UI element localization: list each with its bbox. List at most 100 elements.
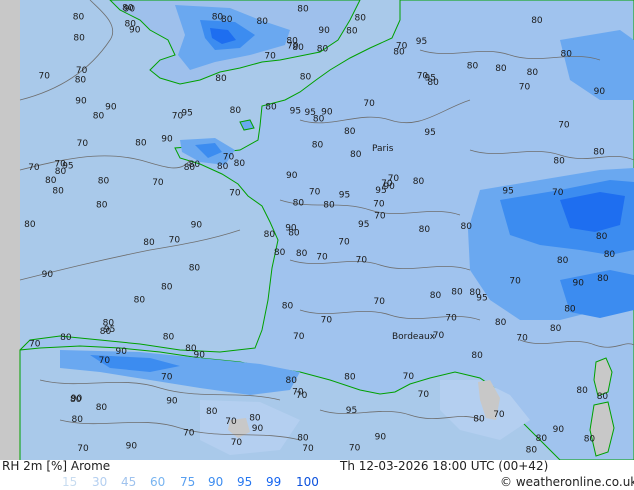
contour-label: 70 — [293, 332, 305, 342]
contour-label: 70 — [76, 66, 88, 76]
weather-map: 70 80 80 90 95 90 95 90 95 95 90 80 80 90 80 95 90 95 80 90… — [0, 0, 634, 461]
contour-label: 80 — [564, 305, 576, 315]
contour-label: 80 — [527, 68, 539, 78]
contour-label: 70 — [356, 255, 368, 265]
contour-label: 95 — [358, 220, 369, 230]
contour-label: 70 — [509, 276, 521, 286]
contour-label: 80 — [312, 141, 324, 151]
contour-label: 80 — [531, 16, 543, 26]
contour-label: 80 — [249, 414, 261, 424]
contour-label: 80 — [73, 33, 85, 43]
outside-domain — [0, 0, 20, 460]
contour-label: 70 — [77, 139, 89, 149]
contour-label: 80 — [103, 319, 115, 329]
contour-label: 70 — [225, 417, 237, 427]
contour-label: 70 — [403, 372, 415, 382]
contour-label: 95 — [502, 186, 513, 196]
contour-label: 80 — [469, 288, 481, 298]
contour-label: 90 — [252, 424, 264, 434]
contour-label: 70 — [29, 340, 41, 350]
contour-label: 90 — [375, 432, 387, 442]
city-label-paris: Paris — [372, 144, 394, 154]
contour-label: 70 — [388, 174, 400, 184]
contour-label: 80 — [461, 222, 473, 232]
contour-label: 80 — [286, 376, 298, 386]
contour-label: 80 — [24, 220, 36, 230]
contour-label: 95 — [416, 37, 427, 47]
contour-label: 80 — [584, 435, 596, 445]
contour-label: 80 — [323, 201, 335, 211]
contour-label: 70 — [264, 52, 276, 62]
contour-label: 70 — [558, 121, 570, 131]
legend-item-75: 75 — [180, 475, 196, 489]
contour-label: 70 — [493, 410, 505, 420]
contour-label: 70 — [183, 429, 195, 439]
contour-label: 80 — [52, 187, 64, 197]
contour-label: 70 — [28, 163, 40, 173]
contour-label: 90 — [42, 270, 54, 280]
legend-item-99: 99 — [266, 475, 282, 489]
contour-label: 80 — [413, 177, 425, 187]
contour-label: 70 — [338, 238, 350, 248]
contour-label: 70 — [316, 253, 328, 263]
contour-label: 90 — [161, 135, 173, 145]
contour-label: 80 — [75, 76, 87, 86]
contour-label: 80 — [73, 12, 85, 22]
contour-label: 95 — [339, 191, 350, 201]
contour-label: 80 — [163, 332, 175, 342]
contour-label: 80 — [355, 14, 367, 24]
legend-item-95: 95 — [237, 475, 253, 489]
contour-label: 90 — [105, 103, 117, 113]
contour-label: 70 — [349, 444, 361, 454]
legend-item-90: 90 — [208, 475, 224, 489]
contour-label: 80 — [215, 74, 227, 84]
contour-label: 80 — [293, 199, 305, 209]
contour-label: 80 — [125, 20, 137, 30]
legend-item-100: 100 — [296, 475, 319, 489]
legend-item-60: 60 — [150, 475, 166, 489]
contour-label: 90 — [166, 396, 178, 406]
contour-label: 80 — [300, 73, 312, 83]
contour-label: 70 — [516, 334, 528, 344]
legend-item-30: 30 — [92, 475, 108, 489]
copyright-text: © weatheronline.co.uk — [500, 475, 634, 489]
contour-label: 90 — [286, 171, 298, 181]
contour-label: 80 — [495, 64, 507, 74]
contour-label: 80 — [495, 318, 507, 328]
contour-label: 80 — [297, 433, 309, 443]
contour-label: 80 — [550, 324, 562, 334]
contour-label: 80 — [93, 112, 105, 122]
contour-label: 80 — [264, 230, 276, 240]
contour-label: 95 — [290, 107, 301, 117]
contour-label: 80 — [70, 395, 82, 405]
contour-label: 80 — [350, 150, 362, 160]
contour-label: 80 — [296, 249, 308, 259]
contour-label: 80 — [561, 50, 573, 60]
contour-label: 70 — [287, 41, 299, 51]
contour-label: 80 — [427, 78, 439, 88]
city-label-bordeaux: Bordeaux — [392, 332, 436, 342]
contour-label: 80 — [393, 47, 405, 57]
contour-label: 70 — [292, 387, 304, 397]
contour-label: 80 — [217, 162, 229, 172]
contour-label: 80 — [344, 127, 356, 137]
legend-item-15: 15 — [62, 475, 78, 489]
contour-label: 70 — [161, 373, 173, 383]
contour-label: 70 — [363, 99, 375, 109]
contour-label: 80 — [346, 26, 358, 36]
contour-label: 70 — [99, 356, 111, 366]
contour-label: 80 — [96, 201, 108, 211]
contour-label: 90 — [285, 224, 297, 234]
contour-label: 80 — [143, 238, 155, 248]
contour-label: 80 — [230, 106, 242, 116]
contour-label: 80 — [576, 386, 588, 396]
contour-label: 70 — [54, 160, 66, 170]
contour-label: 80 — [98, 177, 110, 187]
contour-label: 80 — [257, 17, 269, 27]
contour-label: 80 — [344, 373, 356, 383]
contour-label: 70 — [169, 235, 181, 245]
contour-label: 80 — [553, 156, 565, 166]
contour-label: 90 — [116, 347, 128, 357]
contour-label: 80 — [593, 148, 605, 158]
contour-label: 80 — [189, 264, 201, 274]
